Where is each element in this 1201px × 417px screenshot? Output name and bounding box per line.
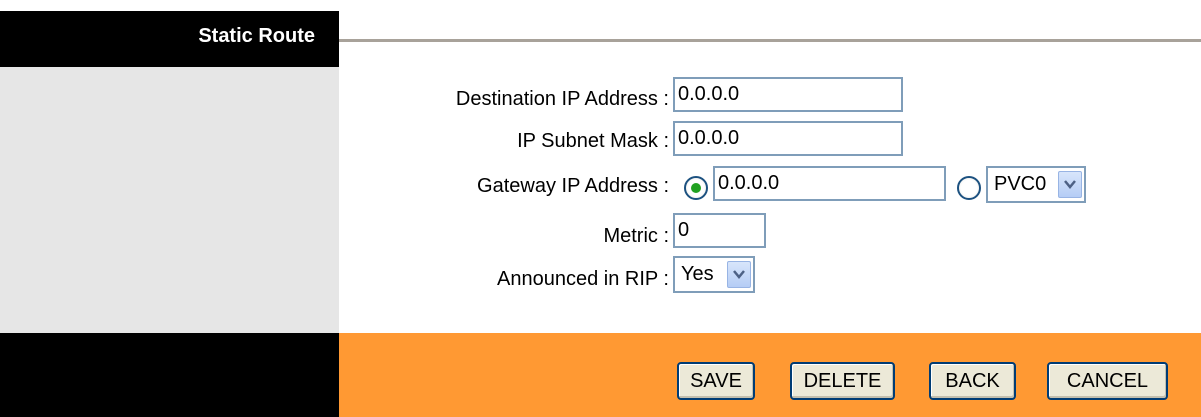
announced-rip-label: Announced in RIP :: [497, 268, 669, 290]
metric-input[interactable]: [673, 213, 766, 248]
sidebar-body: [0, 67, 339, 333]
gateway-ip-radio[interactable]: [684, 176, 708, 200]
metric-label: Metric :: [603, 225, 669, 247]
save-button[interactable]: SAVE: [677, 362, 755, 400]
gateway-pvc-select[interactable]: PVC0: [986, 166, 1086, 203]
gateway-ip-input[interactable]: [713, 166, 946, 201]
gateway-pvc-radio[interactable]: [957, 176, 981, 200]
top-margin: [339, 0, 1201, 11]
announced-rip-select[interactable]: Yes: [673, 256, 755, 293]
delete-button[interactable]: DELETE: [790, 362, 895, 400]
gateway-pvc-value: PVC0: [994, 173, 1047, 195]
cancel-button[interactable]: CANCEL: [1047, 362, 1168, 400]
destination-ip-label: Destination IP Address :: [455, 88, 669, 110]
subnet-mask-label: IP Subnet Mask :: [517, 130, 669, 152]
chevron-down-icon: [733, 270, 745, 279]
header-divider: [339, 39, 1201, 42]
sidebar-footer: [0, 333, 339, 417]
destination-ip-input[interactable]: [673, 77, 903, 112]
announced-rip-value: Yes: [681, 263, 714, 285]
dropdown-button[interactable]: [727, 261, 751, 288]
sidebar-header: Static Route: [0, 11, 339, 67]
gateway-ip-label: Gateway IP Address :: [477, 175, 669, 197]
subnet-mask-input[interactable]: [673, 121, 903, 156]
section-title: Static Route: [198, 25, 315, 47]
chevron-down-icon: [1064, 180, 1076, 189]
dropdown-button[interactable]: [1058, 171, 1082, 198]
back-button[interactable]: BACK: [929, 362, 1016, 400]
radio-selected-icon: [691, 183, 701, 193]
